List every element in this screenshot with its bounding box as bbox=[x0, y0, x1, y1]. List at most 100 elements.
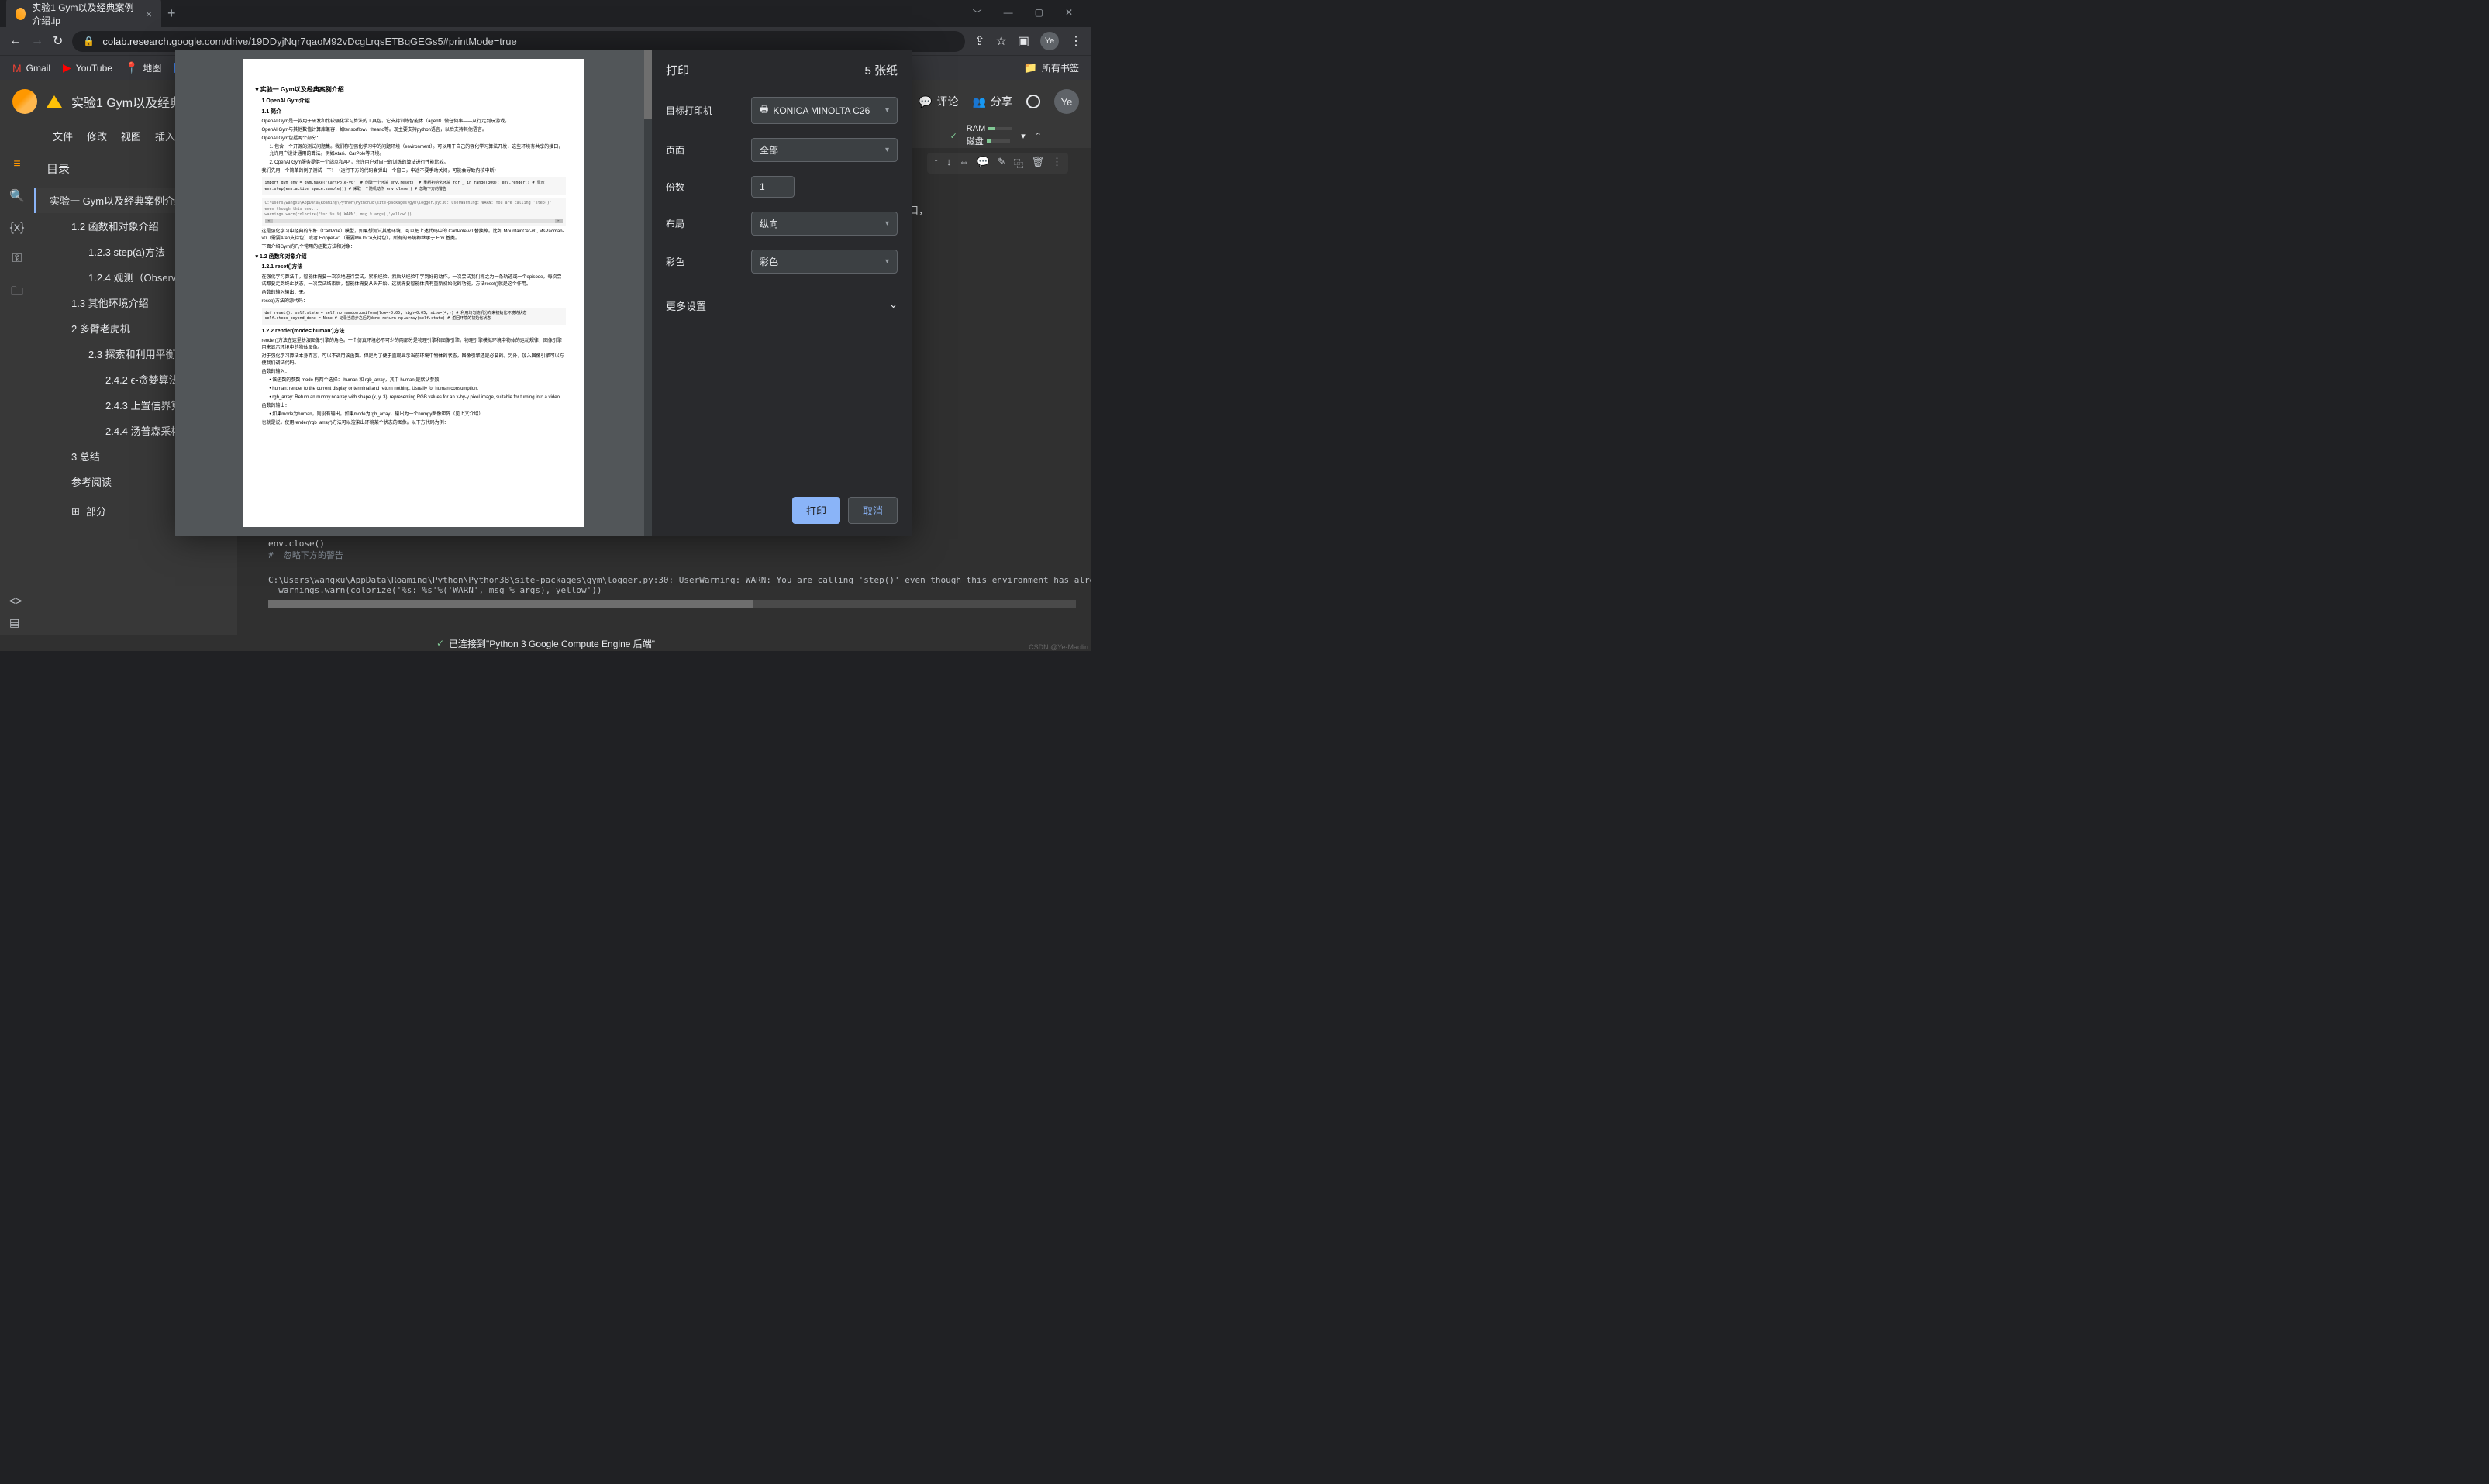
disk-meter bbox=[987, 139, 1010, 143]
secrets-icon[interactable]: ⚿ bbox=[12, 252, 22, 266]
cell-comment-icon[interactable]: 💬 bbox=[977, 156, 989, 170]
lock-icon: 🔒 bbox=[83, 36, 95, 46]
link-icon[interactable]: ⇔ bbox=[959, 156, 969, 170]
forward-icon[interactable]: → bbox=[31, 34, 43, 48]
comment-icon: 💬 bbox=[919, 95, 932, 108]
maximize-icon[interactable]: ▢ bbox=[1032, 4, 1046, 23]
select-color[interactable]: 彩色 ▾ bbox=[751, 250, 898, 274]
window-controls: ﹀ — ▢ ✕ bbox=[970, 4, 1085, 23]
maps-icon: 📍 bbox=[125, 61, 138, 74]
bookmark-maps[interactable]: 📍 地图 bbox=[125, 61, 161, 74]
more-settings[interactable]: 更多设置 ⌄ bbox=[666, 288, 898, 324]
resource-meter[interactable]: RAM 磁盘 bbox=[967, 124, 1012, 147]
menu-insert[interactable]: 插入 bbox=[155, 129, 175, 143]
profile-avatar[interactable]: Ye bbox=[1040, 32, 1059, 50]
label-destination: 目标打印机 bbox=[666, 104, 751, 117]
check-icon: ✓ bbox=[950, 131, 957, 141]
url-text: colab.research.google.com/drive/19DDyjNq… bbox=[102, 36, 516, 47]
move-up-icon[interactable]: ↑ bbox=[933, 156, 939, 170]
reload-icon[interactable]: ↻ bbox=[53, 33, 63, 49]
colab-favicon bbox=[16, 8, 26, 20]
files-icon[interactable]: 🗀 bbox=[11, 283, 23, 304]
chevron-down-icon: ▾ bbox=[885, 219, 889, 228]
print-button[interactable]: 打印 bbox=[792, 497, 840, 524]
minimize-icon[interactable]: — bbox=[1001, 4, 1016, 23]
share-button[interactable]: 👥 分享 bbox=[973, 94, 1012, 109]
printer-icon: 🖶 bbox=[760, 102, 768, 119]
print-title: 打印 bbox=[666, 62, 689, 78]
menu-file[interactable]: 文件 bbox=[53, 129, 73, 143]
bookmark-youtube[interactable]: ▶ YouTube bbox=[63, 61, 112, 74]
label-pages: 页面 bbox=[666, 143, 751, 157]
address-bar[interactable]: 🔒 colab.research.google.com/drive/19DDyj… bbox=[72, 31, 965, 52]
extension-icons: ⇪ ☆ ▣ Ye ⋮ bbox=[974, 32, 1082, 50]
bookmark-gmail[interactable]: M Gmail bbox=[12, 62, 50, 74]
dropdown-icon[interactable]: ▾ bbox=[1021, 131, 1026, 141]
plus-icon: ⊞ bbox=[71, 505, 80, 518]
cell-toolbar: ↑ ↓ ⇔ 💬 ✎ ⿻ 🗑 ⋮ bbox=[927, 153, 1068, 174]
left-rail: ≡ 🔍 {x} ⚿ 🗀 bbox=[0, 148, 34, 651]
menu-edit[interactable]: 修改 bbox=[87, 129, 107, 143]
share-icon[interactable]: ⇪ bbox=[974, 33, 984, 49]
new-tab-button[interactable]: + bbox=[167, 5, 176, 22]
comment-button[interactable]: 💬 评论 bbox=[919, 94, 958, 109]
cancel-button[interactable]: 取消 bbox=[848, 497, 898, 524]
share-person-icon: 👥 bbox=[973, 95, 986, 108]
print-preview: ▾ 实验一 Gym以及经典案例介绍 1 OpenAI Gym介绍 1.1 简介 … bbox=[175, 50, 652, 536]
chevron-down-icon: ▾ bbox=[885, 257, 889, 266]
bookmark-icon[interactable]: ☆ bbox=[996, 33, 1007, 49]
tab-title: 实验1 Gym以及经典案例介绍.ip bbox=[32, 1, 140, 27]
notebook-title[interactable]: 实验1 Gym以及经典 bbox=[71, 92, 182, 111]
search-icon[interactable]: 🔍 bbox=[9, 188, 25, 204]
close-window-icon[interactable]: ✕ bbox=[1062, 4, 1076, 23]
toc-icon[interactable]: ≡ bbox=[13, 157, 20, 171]
chevron-down-icon: ⌄ bbox=[889, 298, 898, 313]
folder-icon: 📁 bbox=[1024, 61, 1037, 74]
move-down-icon[interactable]: ↓ bbox=[946, 156, 952, 170]
chevron-down-icon: ▾ bbox=[885, 146, 889, 154]
more-icon[interactable]: ⋮ bbox=[1052, 156, 1062, 170]
code-output: env.close() # 忽略下方的警告 C:\Users\wangxu\Ap… bbox=[268, 539, 1076, 608]
scrollbar-thumb[interactable] bbox=[268, 600, 753, 608]
preview-scrollbar[interactable] bbox=[644, 50, 652, 536]
print-sidebar: 打印 5 张纸 目标打印机 🖶KONICA MINOLTA C26 ▾ 页面 全… bbox=[652, 50, 912, 536]
watermark: CSDN @Ye-Maolin bbox=[1029, 643, 1088, 651]
gmail-icon: M bbox=[12, 62, 22, 74]
gear-icon[interactable] bbox=[1026, 95, 1040, 108]
edit-icon[interactable]: ✎ bbox=[998, 156, 1006, 170]
expand-icon[interactable]: ⌃ bbox=[1035, 131, 1042, 141]
status-bar: ✓ 已连接到"Python 3 Google Compute Engine 后端… bbox=[0, 635, 1091, 651]
input-copies[interactable] bbox=[751, 176, 795, 198]
bottom-left-icons: <> ▤ bbox=[9, 594, 22, 629]
back-icon[interactable]: ← bbox=[9, 34, 22, 48]
colab-avatar[interactable]: Ye bbox=[1054, 89, 1079, 114]
mirror-icon[interactable]: ⿻ bbox=[1013, 156, 1023, 170]
label-color: 彩色 bbox=[666, 255, 751, 268]
close-icon[interactable]: × bbox=[146, 8, 152, 20]
menu-icon[interactable]: ⋮ bbox=[1070, 33, 1082, 49]
extensions-icon[interactable]: ▣ bbox=[1018, 33, 1029, 49]
browser-tabs: 实验1 Gym以及经典案例介绍.ip × + ﹀ — ▢ ✕ bbox=[0, 0, 1091, 27]
select-pages[interactable]: 全部 ▾ bbox=[751, 138, 898, 162]
bookmark-all[interactable]: 📁 所有书签 bbox=[1024, 61, 1079, 74]
delete-icon[interactable]: 🗑 bbox=[1031, 156, 1044, 170]
chevron-down-icon[interactable]: ﹀ bbox=[970, 4, 985, 23]
label-layout: 布局 bbox=[666, 217, 751, 230]
terminal-icon[interactable]: ▤ bbox=[9, 616, 22, 629]
select-destination[interactable]: 🖶KONICA MINOLTA C26 ▾ bbox=[751, 97, 898, 124]
horizontal-scrollbar[interactable] bbox=[268, 600, 1076, 608]
drive-icon bbox=[47, 95, 62, 108]
colab-logo-icon[interactable] bbox=[12, 89, 37, 114]
chevron-down-icon: ▾ bbox=[885, 106, 889, 115]
preview-scroll-thumb[interactable] bbox=[644, 50, 652, 119]
mini-scrollbar[interactable]: ◂ ▸ bbox=[265, 219, 563, 223]
variables-icon[interactable]: {x} bbox=[10, 221, 25, 235]
print-pagecount: 5 张纸 bbox=[864, 62, 898, 78]
status-text: 已连接到"Python 3 Google Compute Engine 后端" bbox=[449, 637, 655, 650]
select-layout[interactable]: 纵向 ▾ bbox=[751, 212, 898, 236]
menu-view[interactable]: 视图 bbox=[121, 129, 141, 143]
browser-tab-active[interactable]: 实验1 Gym以及经典案例介绍.ip × bbox=[6, 0, 161, 32]
youtube-icon: ▶ bbox=[63, 61, 71, 74]
ram-meter bbox=[988, 127, 1012, 130]
code-icon[interactable]: <> bbox=[9, 594, 22, 607]
